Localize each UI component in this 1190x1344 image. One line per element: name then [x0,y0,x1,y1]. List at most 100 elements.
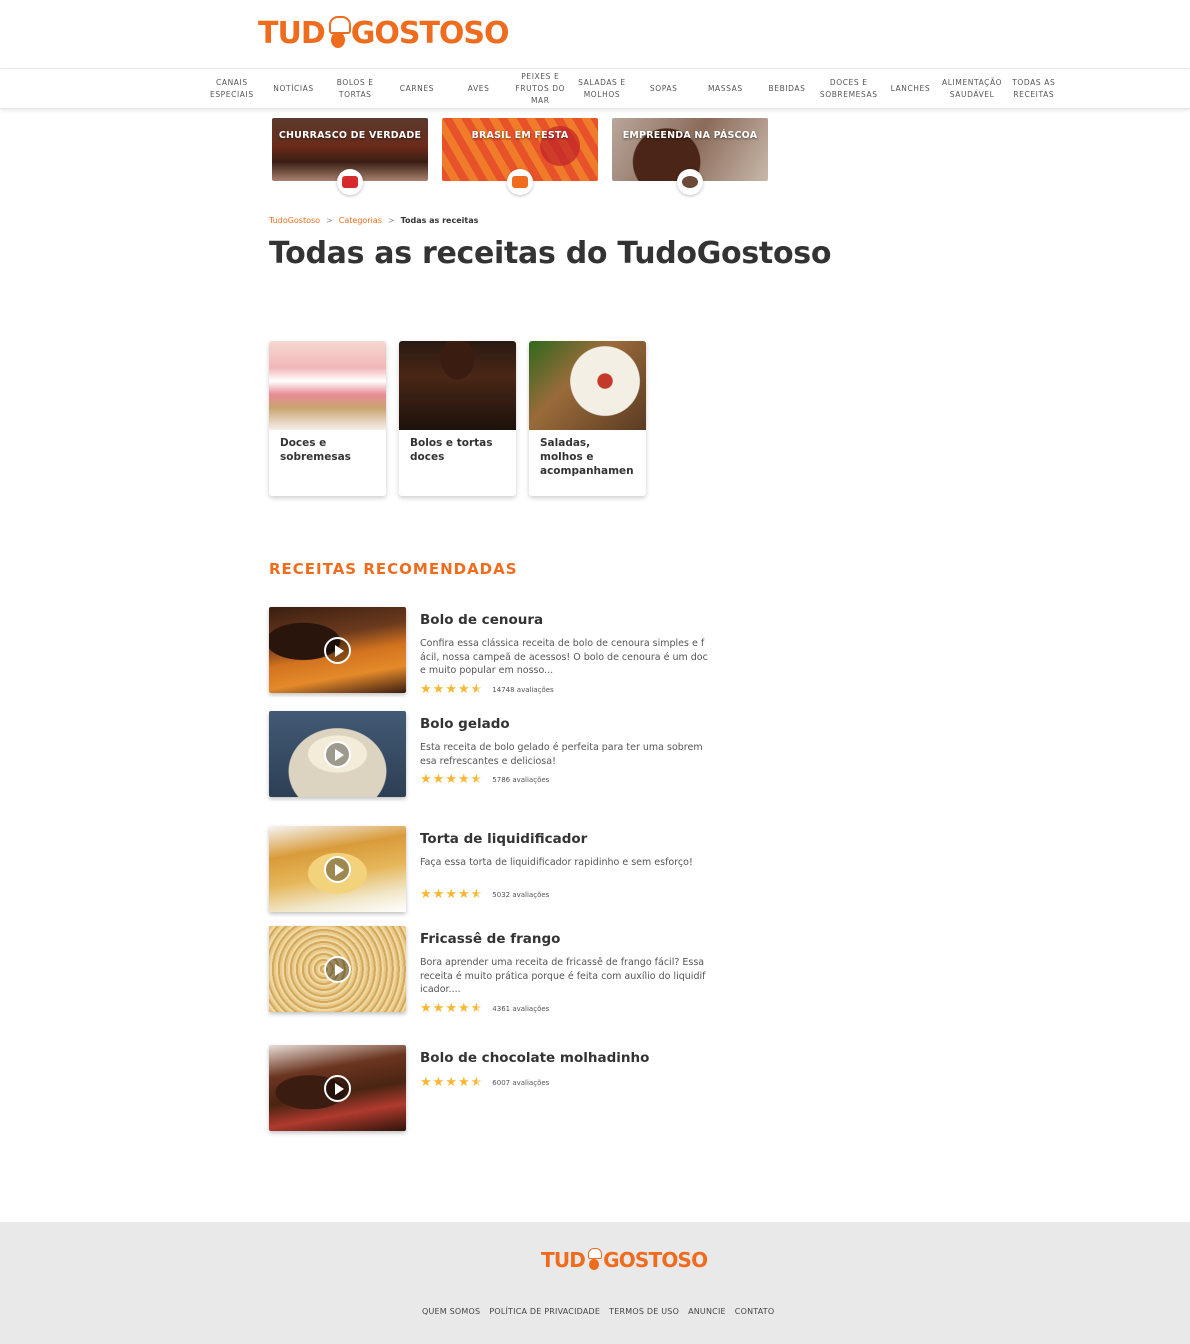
rating-count: 6007 avaliações [492,1079,550,1087]
recipe-title[interactable]: Bolo de chocolate molhadinho [420,1050,649,1066]
sponsor-logo-icon [512,176,528,188]
banner-label: BRASIL EM FESTA [471,130,569,141]
nav-item-saladas-e-molhos[interactable]: SALADAS E MOLHOS [571,77,633,101]
footer-links: QUEM SOMOS POLÍTICA DE PRIVACIDADE TERMO… [422,1307,774,1316]
nav-list: CANAIS ESPECIAIS NOTÍCIAS BOLOS E TORTAS C… [201,69,1065,109]
logo-text-left: TUD [258,16,326,51]
recipe-thumbnail[interactable] [269,711,406,797]
star-icon: ★ [457,887,470,902]
footer-link-privacidade[interactable]: POLÍTICA DE PRIVACIDADE [489,1307,600,1316]
half-star-icon: ★ [470,682,483,697]
rating-stars: ★ ★ ★ ★ ★ [420,773,482,787]
recipe-rating: ★ ★ ★ ★ ★ 14748 avaliações [420,683,554,697]
banner-brasil-em-festa[interactable]: BRASIL EM FESTA [442,118,598,195]
recipe-description: Bora aprender uma receita de fricassê de… [420,957,706,996]
nav-item-lanches[interactable]: LANCHES [880,83,942,95]
recipe-title[interactable]: Fricassê de frango [420,931,560,947]
nav-item-carnes[interactable]: CARNES [386,83,448,95]
nav-item-bebidas[interactable]: BEBIDAS [756,83,818,95]
footer-logo-text-left: TUD [541,1248,586,1272]
page-title: Todas as receitas do TudoGostoso [269,236,832,271]
star-icon: ★ [420,1075,432,1090]
play-icon[interactable] [324,1075,351,1102]
category-image [399,341,516,430]
category-image [269,341,386,430]
recipe-title[interactable]: Bolo de cenoura [420,612,543,628]
star-icon: ★ [445,772,457,787]
recipe-title[interactable]: Torta de liquidificador [420,831,587,847]
star-icon: ★ [432,772,445,787]
star-icon: ★ [457,1001,470,1016]
star-icon: ★ [432,1075,445,1090]
nav-item-doces-e-sobremesas[interactable]: DOCES E SOBREMESAS [818,77,880,101]
nav-item-sopas[interactable]: SOPAS [633,83,695,95]
footer-link-contato[interactable]: CONTATO [735,1307,775,1316]
chef-hat-icon [326,14,351,54]
category-label: Bolos e tortas doces [410,437,493,463]
half-star-icon: ★ [470,887,483,902]
footer-link-termos[interactable]: TERMOS DE USO [609,1307,679,1316]
category-image [529,341,646,430]
play-icon[interactable] [324,856,351,883]
logo-text-right: GOSTOSO [350,16,510,51]
rating-count: 14748 avaliações [492,686,554,694]
rating-stars: ★ ★ ★ ★ ★ [420,888,482,902]
category-card-saladas[interactable]: Saladas, molhos e acompanhamen [529,341,646,496]
star-icon: ★ [457,1075,470,1090]
nav-item-bolos-e-tortas[interactable]: BOLOS E TORTAS [324,77,386,101]
star-icon: ★ [445,682,457,697]
star-icon: ★ [432,887,445,902]
recipe-thumbnail[interactable] [269,607,406,693]
nav-item-todas-as-receitas[interactable]: TODAS AS RECEITAS [1003,77,1065,101]
play-icon[interactable] [324,956,351,983]
category-card-bolos[interactable]: Bolos e tortas doces [399,341,516,496]
chef-hat-icon [586,1246,603,1274]
sponsor-badge [337,169,363,195]
recipe-title[interactable]: Bolo gelado [420,716,510,732]
star-icon: ★ [445,1001,457,1016]
breadcrumb-current: Todas as receitas [400,216,479,225]
sponsor-badge [507,169,533,195]
star-icon: ★ [420,682,432,697]
recipe-thumbnail[interactable] [269,926,406,1012]
breadcrumb-link-categorias[interactable]: Categorias [339,216,382,225]
half-star-icon: ★ [470,1001,483,1016]
rating-count: 5786 avaliações [492,776,550,784]
star-icon: ★ [445,887,457,902]
footer-link-quem-somos[interactable]: QUEM SOMOS [422,1307,480,1316]
footer-link-anuncie[interactable]: ANUNCIE [688,1307,726,1316]
star-icon: ★ [420,887,432,902]
category-card-doces[interactable]: Doces e sobremesas [269,341,386,496]
star-icon: ★ [420,772,432,787]
nav-item-alimentacao-saudavel[interactable]: ALIMENTAÇÃO SAUDÁVEL [941,77,1003,101]
recipe-thumbnail[interactable] [269,826,406,912]
star-icon: ★ [457,772,470,787]
site-logo[interactable]: TUD GOSTOSO [258,14,510,54]
recipe-rating: ★ ★ ★ ★ ★ 4361 avaliações [420,1002,549,1016]
recipe-rating: ★ ★ ★ ★ ★ 5032 avaliações [420,888,549,902]
banner-empreenda-na-pascoa[interactable]: EMPREENDA NA PÁSCOA [612,118,768,195]
category-label: Doces e sobremesas [280,437,351,463]
half-star-icon: ★ [470,1075,483,1090]
breadcrumb-separator: > [326,216,333,225]
rating-count: 4361 avaliações [492,1005,550,1013]
nav-item-noticias[interactable]: NOTÍCIAS [263,83,325,95]
star-icon: ★ [445,1075,457,1090]
recipe-description: Confira essa clássica receita de bolo de… [420,638,708,677]
footer-logo[interactable]: TUD GOSTOSO [541,1246,708,1274]
recipe-rating: ★ ★ ★ ★ ★ 5786 avaliações [420,773,549,787]
section-title-recomendadas: RECEITAS RECOMENDADAS [269,560,518,578]
nav-item-massas[interactable]: MASSAS [695,83,757,95]
nav-item-aves[interactable]: AVES [448,83,510,95]
nav-item-canais-especiais[interactable]: CANAIS ESPECIAIS [201,77,263,101]
sponsor-badge [677,169,703,195]
rating-stars: ★ ★ ★ ★ ★ [420,1002,482,1016]
play-icon[interactable] [324,637,351,664]
play-icon[interactable] [324,741,351,768]
recipe-thumbnail[interactable] [269,1045,406,1131]
site-footer: TUD GOSTOSO QUEM SOMOS POLÍTICA DE PRIVA… [0,1222,1190,1344]
breadcrumb-link-home[interactable]: TudoGostoso [269,216,320,225]
nav-item-peixes-e-frutos-do-mar[interactable]: PEIXES E FRUTOS DO MAR [509,71,571,107]
star-icon: ★ [420,1001,432,1016]
banner-churrasco[interactable]: CHURRASCO DE VERDADE [272,118,428,195]
